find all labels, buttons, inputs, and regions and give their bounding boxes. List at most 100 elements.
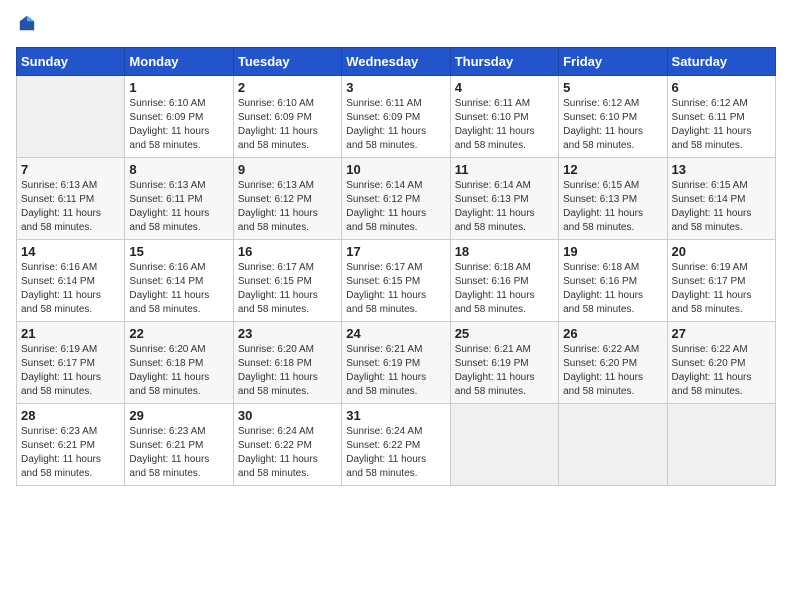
calendar-cell: 25 Sunrise: 6:21 AMSunset: 6:19 PMDayligh… <box>450 322 558 404</box>
day-number: 22 <box>129 326 228 341</box>
day-number: 4 <box>455 80 554 95</box>
day-info: Sunrise: 6:12 AMSunset: 6:11 PMDaylight:… <box>672 97 771 153</box>
day-info: Sunrise: 6:10 AMSunset: 6:09 PMDaylight:… <box>129 97 228 153</box>
day-info: Sunrise: 6:14 AMSunset: 6:13 PMDaylight:… <box>455 179 554 235</box>
day-number: 17 <box>346 244 445 259</box>
day-info: Sunrise: 6:15 AMSunset: 6:14 PMDaylight:… <box>672 179 771 235</box>
calendar-cell: 11 Sunrise: 6:14 AMSunset: 6:13 PMDayligh… <box>450 158 558 240</box>
day-info: Sunrise: 6:20 AMSunset: 6:18 PMDaylight:… <box>129 343 228 399</box>
header-wednesday: Wednesday <box>342 48 450 76</box>
day-info: Sunrise: 6:13 AMSunset: 6:11 PMDaylight:… <box>21 179 120 235</box>
day-info: Sunrise: 6:21 AMSunset: 6:19 PMDaylight:… <box>455 343 554 399</box>
calendar-cell: 19 Sunrise: 6:18 AMSunset: 6:16 PMDayligh… <box>559 240 667 322</box>
calendar-cell <box>559 404 667 486</box>
calendar-cell: 24Sunrise: 6:21 AMSunset: 6:19 PMDayligh… <box>342 322 450 404</box>
day-number: 26 <box>563 326 662 341</box>
calendar-cell: 20 Sunrise: 6:19 AMSunset: 6:17 PMDayligh… <box>667 240 775 322</box>
day-info: Sunrise: 6:21 AMSunset: 6:19 PMDaylight:… <box>346 343 445 399</box>
calendar-header-row: SundayMondayTuesdayWednesdayThursdayFrid… <box>17 48 776 76</box>
day-number: 28 <box>21 408 120 423</box>
logo <box>16 16 40 39</box>
day-info: Sunrise: 6:16 AMSunset: 6:14 PMDaylight:… <box>129 261 228 317</box>
day-info: Sunrise: 6:24 AMSunset: 6:22 PMDaylight:… <box>238 425 337 481</box>
day-info: Sunrise: 6:18 AMSunset: 6:16 PMDaylight:… <box>563 261 662 317</box>
week-row-3: 21Sunrise: 6:19 AMSunset: 6:17 PMDayligh… <box>17 322 776 404</box>
header-tuesday: Tuesday <box>233 48 341 76</box>
calendar-cell: 8 Sunrise: 6:13 AMSunset: 6:11 PMDaylight… <box>125 158 233 240</box>
calendar-cell <box>667 404 775 486</box>
calendar-cell: 15 Sunrise: 6:16 AMSunset: 6:14 PMDayligh… <box>125 240 233 322</box>
day-number: 27 <box>672 326 771 341</box>
day-info: Sunrise: 6:19 AMSunset: 6:17 PMDaylight:… <box>672 261 771 317</box>
day-info: Sunrise: 6:13 AMSunset: 6:11 PMDaylight:… <box>129 179 228 235</box>
calendar-cell: 22 Sunrise: 6:20 AMSunset: 6:18 PMDayligh… <box>125 322 233 404</box>
day-info: Sunrise: 6:20 AMSunset: 6:18 PMDaylight:… <box>238 343 337 399</box>
day-info: Sunrise: 6:19 AMSunset: 6:17 PMDaylight:… <box>21 343 120 399</box>
calendar-cell: 18 Sunrise: 6:18 AMSunset: 6:16 PMDayligh… <box>450 240 558 322</box>
header-thursday: Thursday <box>450 48 558 76</box>
day-info: Sunrise: 6:15 AMSunset: 6:13 PMDaylight:… <box>563 179 662 235</box>
day-number: 5 <box>563 80 662 95</box>
calendar-cell: 4 Sunrise: 6:11 AMSunset: 6:10 PMDaylight… <box>450 76 558 158</box>
day-number: 8 <box>129 162 228 177</box>
calendar-cell <box>17 76 125 158</box>
day-number: 30 <box>238 408 337 423</box>
calendar-cell: 10 Sunrise: 6:14 AMSunset: 6:12 PMDayligh… <box>342 158 450 240</box>
day-number: 13 <box>672 162 771 177</box>
calendar-cell: 21Sunrise: 6:19 AMSunset: 6:17 PMDayligh… <box>17 322 125 404</box>
calendar-cell: 31 Sunrise: 6:24 AMSunset: 6:22 PMDayligh… <box>342 404 450 486</box>
day-info: Sunrise: 6:16 AMSunset: 6:14 PMDaylight:… <box>21 261 120 317</box>
day-number: 10 <box>346 162 445 177</box>
week-row-4: 28 Sunrise: 6:23 AMSunset: 6:21 PMDayligh… <box>17 404 776 486</box>
calendar-cell: 23 Sunrise: 6:20 AMSunset: 6:18 PMDayligh… <box>233 322 341 404</box>
calendar-cell: 3Sunrise: 6:11 AMSunset: 6:09 PMDaylight… <box>342 76 450 158</box>
calendar-cell: 28 Sunrise: 6:23 AMSunset: 6:21 PMDayligh… <box>17 404 125 486</box>
day-number: 25 <box>455 326 554 341</box>
day-number: 18 <box>455 244 554 259</box>
day-info: Sunrise: 6:11 AMSunset: 6:10 PMDaylight:… <box>455 97 554 153</box>
header-monday: Monday <box>125 48 233 76</box>
calendar-cell: 14 Sunrise: 6:16 AMSunset: 6:14 PMDayligh… <box>17 240 125 322</box>
day-number: 29 <box>129 408 228 423</box>
day-number: 7 <box>21 162 120 177</box>
day-number: 2 <box>238 80 337 95</box>
day-info: Sunrise: 6:17 AMSunset: 6:15 PMDaylight:… <box>346 261 445 317</box>
calendar-table: SundayMondayTuesdayWednesdayThursdayFrid… <box>16 47 776 486</box>
day-info: Sunrise: 6:23 AMSunset: 6:21 PMDaylight:… <box>129 425 228 481</box>
header-sunday: Sunday <box>17 48 125 76</box>
day-info: Sunrise: 6:22 AMSunset: 6:20 PMDaylight:… <box>563 343 662 399</box>
week-row-1: 7 Sunrise: 6:13 AMSunset: 6:11 PMDaylight… <box>17 158 776 240</box>
day-number: 1 <box>129 80 228 95</box>
calendar-cell: 27Sunrise: 6:22 AMSunset: 6:20 PMDayligh… <box>667 322 775 404</box>
header-saturday: Saturday <box>667 48 775 76</box>
day-info: Sunrise: 6:17 AMSunset: 6:15 PMDaylight:… <box>238 261 337 317</box>
day-info: Sunrise: 6:24 AMSunset: 6:22 PMDaylight:… <box>346 425 445 481</box>
day-info: Sunrise: 6:18 AMSunset: 6:16 PMDaylight:… <box>455 261 554 317</box>
general-blue-icon <box>18 14 36 32</box>
day-info: Sunrise: 6:23 AMSunset: 6:21 PMDaylight:… <box>21 425 120 481</box>
calendar-cell: 7 Sunrise: 6:13 AMSunset: 6:11 PMDaylight… <box>17 158 125 240</box>
day-info: Sunrise: 6:14 AMSunset: 6:12 PMDaylight:… <box>346 179 445 235</box>
day-number: 14 <box>21 244 120 259</box>
day-number: 31 <box>346 408 445 423</box>
calendar-cell: 2 Sunrise: 6:10 AMSunset: 6:09 PMDaylight… <box>233 76 341 158</box>
day-number: 3 <box>346 80 445 95</box>
day-number: 19 <box>563 244 662 259</box>
day-number: 6 <box>672 80 771 95</box>
calendar-cell: 6 Sunrise: 6:12 AMSunset: 6:11 PMDaylight… <box>667 76 775 158</box>
page-header <box>16 16 776 39</box>
week-row-0: 1 Sunrise: 6:10 AMSunset: 6:09 PMDaylight… <box>17 76 776 158</box>
day-number: 23 <box>238 326 337 341</box>
day-number: 15 <box>129 244 228 259</box>
day-number: 20 <box>672 244 771 259</box>
calendar-cell: 17 Sunrise: 6:17 AMSunset: 6:15 PMDayligh… <box>342 240 450 322</box>
day-info: Sunrise: 6:10 AMSunset: 6:09 PMDaylight:… <box>238 97 337 153</box>
calendar-cell <box>450 404 558 486</box>
day-info: Sunrise: 6:13 AMSunset: 6:12 PMDaylight:… <box>238 179 337 235</box>
week-row-2: 14 Sunrise: 6:16 AMSunset: 6:14 PMDayligh… <box>17 240 776 322</box>
calendar-cell: 16 Sunrise: 6:17 AMSunset: 6:15 PMDayligh… <box>233 240 341 322</box>
day-number: 16 <box>238 244 337 259</box>
header-friday: Friday <box>559 48 667 76</box>
day-number: 11 <box>455 162 554 177</box>
calendar-cell: 29 Sunrise: 6:23 AMSunset: 6:21 PMDayligh… <box>125 404 233 486</box>
